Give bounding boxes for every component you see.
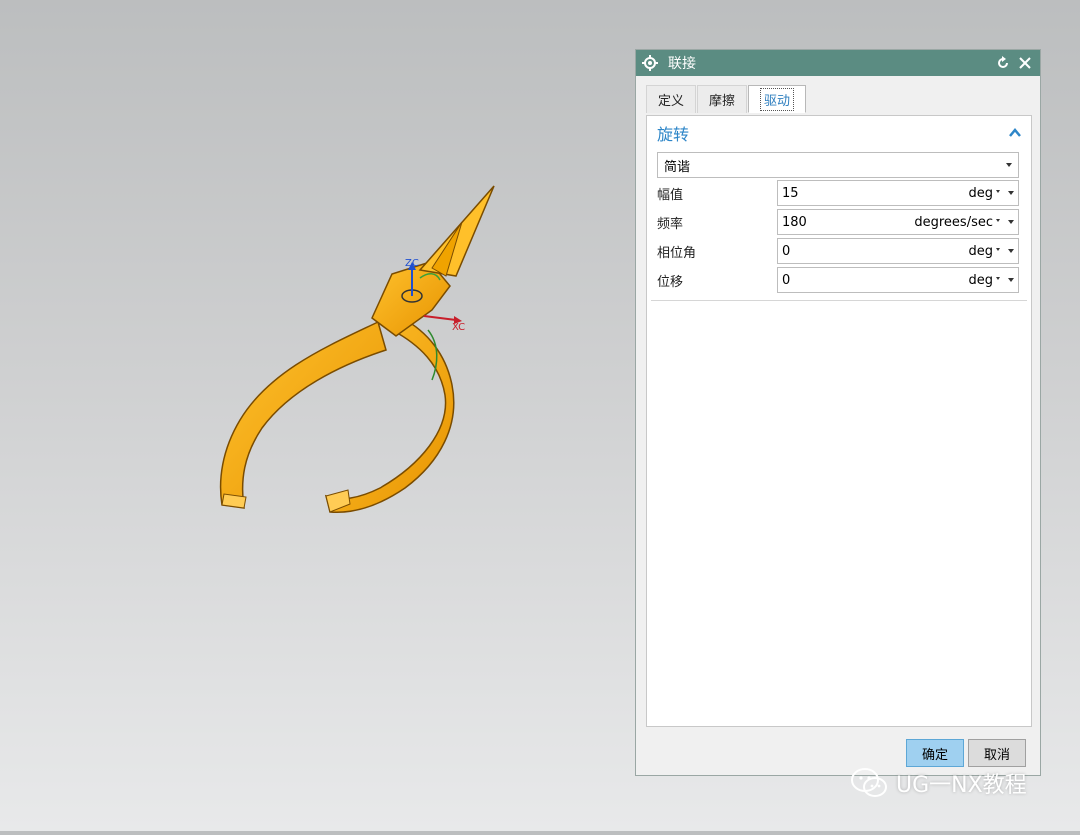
watermark-text: UG一NX教程 bbox=[896, 773, 1027, 798]
chevron-down-icon[interactable] bbox=[1008, 191, 1014, 195]
reset-icon bbox=[998, 56, 1008, 68]
unit-caret-icon bbox=[996, 219, 1000, 222]
unit-caret-icon bbox=[996, 248, 1000, 251]
ok-button[interactable]: 确定 bbox=[906, 739, 964, 767]
x-axis-label: XC bbox=[452, 322, 465, 333]
dialog-titlebar[interactable]: 联接 bbox=[636, 50, 1040, 76]
frequency-value: 180 bbox=[782, 214, 807, 230]
amplitude-value: 15 bbox=[782, 185, 799, 201]
tab-bar: 定义 摩擦 驱动 bbox=[646, 85, 807, 113]
chat-bubble-icon bbox=[851, 768, 887, 797]
driver-panel: 旋转 简谐 幅值 15 deg 频率 180 degrees/sec 相位角 0… bbox=[646, 115, 1032, 727]
frequency-unit-select[interactable]: degrees/sec bbox=[914, 215, 1000, 230]
tab-driver[interactable]: 驱动 bbox=[748, 85, 807, 113]
phase-angle-row: 相位角 0 deg bbox=[657, 238, 1019, 264]
z-axis-label: ZC bbox=[405, 258, 419, 269]
frequency-label: 频率 bbox=[657, 216, 684, 232]
unit-caret-icon bbox=[996, 277, 1000, 280]
watermark: UG一NX教程 bbox=[850, 766, 1027, 800]
chevron-down-icon[interactable] bbox=[1008, 278, 1014, 282]
chevron-down-icon[interactable] bbox=[1008, 249, 1014, 253]
drive-type-value: 简谐 bbox=[664, 159, 691, 175]
phase-angle-input[interactable]: 0 deg bbox=[777, 238, 1019, 264]
displacement-value: 0 bbox=[782, 272, 791, 288]
frequency-row: 频率 180 degrees/sec bbox=[657, 209, 1019, 235]
displacement-unit-select[interactable]: deg bbox=[968, 273, 1000, 288]
frequency-input[interactable]: 180 degrees/sec bbox=[777, 209, 1019, 235]
displacement-label: 位移 bbox=[657, 274, 684, 290]
close-button[interactable] bbox=[1016, 54, 1034, 72]
rotation-group-header[interactable]: 旋转 bbox=[657, 122, 1023, 144]
section-title: 旋转 bbox=[657, 125, 690, 144]
x-axis-line bbox=[423, 315, 457, 321]
amplitude-input[interactable]: 15 deg bbox=[777, 180, 1019, 206]
displacement-row: 位移 0 deg bbox=[657, 267, 1019, 293]
phase-angle-unit-select[interactable]: deg bbox=[968, 244, 1000, 259]
displacement-input[interactable]: 0 deg bbox=[777, 267, 1019, 293]
phase-angle-label: 相位角 bbox=[657, 245, 697, 261]
gear-icon bbox=[642, 55, 658, 71]
section-divider bbox=[651, 300, 1027, 301]
drive-type-select[interactable]: 简谐 bbox=[657, 152, 1019, 178]
close-icon bbox=[1019, 57, 1031, 69]
chevron-down-icon bbox=[1006, 163, 1012, 167]
reset-button[interactable] bbox=[994, 54, 1012, 72]
chevron-up-icon[interactable] bbox=[1007, 125, 1023, 141]
dialog-title: 联接 bbox=[668, 56, 696, 72]
amplitude-label: 幅值 bbox=[657, 187, 684, 203]
unit-caret-icon bbox=[996, 190, 1000, 193]
tab-definition[interactable]: 定义 bbox=[646, 85, 697, 113]
chevron-down-icon[interactable] bbox=[1008, 220, 1014, 224]
tab-friction[interactable]: 摩擦 bbox=[697, 85, 748, 113]
joint-dialog: 联接 定义 摩擦 驱动 旋转 简谐 幅值 15 deg 频率 180 degre… bbox=[635, 49, 1041, 776]
amplitude-row: 幅值 15 deg bbox=[657, 180, 1019, 206]
amplitude-unit-select[interactable]: deg bbox=[968, 186, 1000, 201]
phase-angle-value: 0 bbox=[782, 243, 791, 259]
cancel-button[interactable]: 取消 bbox=[968, 739, 1026, 767]
